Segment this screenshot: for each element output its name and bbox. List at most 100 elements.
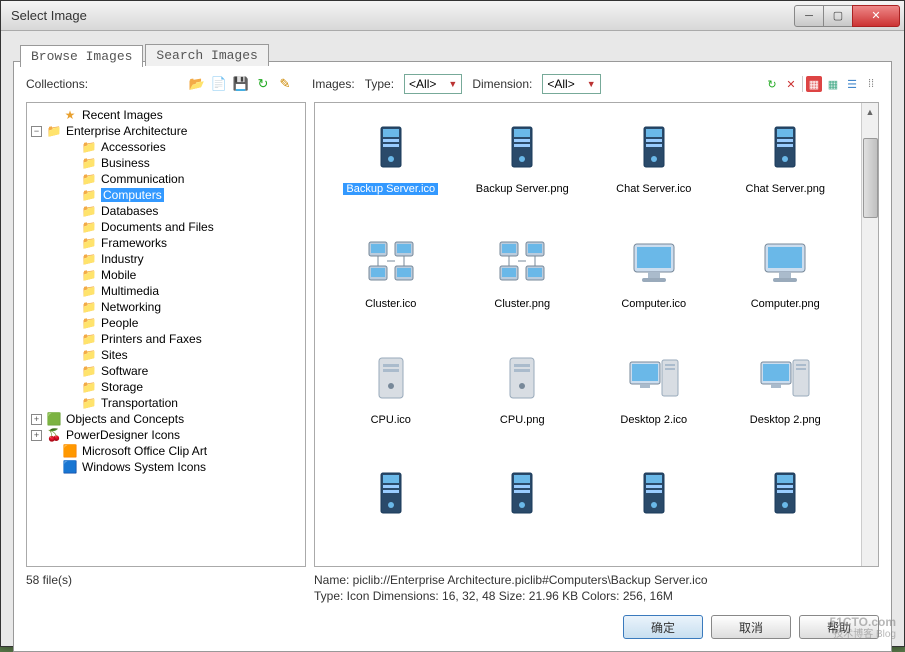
file-count: 58 file(s): [26, 573, 306, 605]
tree-item[interactable]: 🟦Windows System Icons: [29, 459, 303, 475]
tree-item[interactable]: +🍒PowerDesigner Icons: [29, 427, 303, 443]
tree-item[interactable]: 📁 Software: [29, 363, 303, 379]
image-item[interactable]: Backup Server.ico: [327, 115, 455, 220]
tree-item[interactable]: 📁Frameworks: [29, 235, 303, 251]
expand-icon[interactable]: +: [31, 414, 42, 425]
image-thumb: [622, 461, 686, 525]
image-item[interactable]: Cluster.ico: [327, 230, 455, 335]
delete-icon[interactable]: ✕: [783, 76, 799, 92]
view-medium-icon[interactable]: ▦: [825, 76, 841, 92]
refresh-icon[interactable]: ↻: [764, 76, 780, 92]
tree-label: PowerDesigner Icons: [66, 428, 180, 442]
new-collection-icon[interactable]: 📄: [210, 75, 228, 93]
chevron-down-icon: ▼: [448, 79, 457, 89]
ok-button[interactable]: 确定: [623, 615, 703, 639]
tree-item[interactable]: 📁Storage: [29, 379, 303, 395]
dimension-combo[interactable]: <All> ▼: [542, 74, 600, 94]
scrollbar[interactable]: ▲: [861, 103, 878, 566]
tree-item[interactable]: 📁People: [29, 315, 303, 331]
image-name: Backup Server.ico: [343, 183, 438, 195]
maximize-button[interactable]: ▢: [823, 5, 853, 27]
image-item[interactable]: CPU.ico: [327, 346, 455, 451]
folder-icon: 📁: [81, 140, 97, 154]
minimize-button[interactable]: ─: [794, 5, 824, 27]
image-item[interactable]: CPU.png: [459, 346, 587, 451]
help-button[interactable]: 帮助: [799, 615, 879, 639]
view-list-icon[interactable]: ☰: [844, 76, 860, 92]
tree-item[interactable]: 📁Accessories: [29, 139, 303, 155]
tree-item[interactable]: 📁Computers: [29, 187, 303, 203]
view-small-icon[interactable]: ⁞⁞: [863, 76, 879, 92]
image-name: CPU.png: [500, 414, 545, 426]
folder-icon: 📁: [81, 364, 97, 378]
tree-item[interactable]: 🟧Microsoft Office Clip Art: [29, 443, 303, 459]
tree-label: Recent Images: [82, 108, 163, 122]
tree-label: Communication: [101, 172, 184, 186]
selected-detail: Type: Icon Dimensions: 16, 32, 48 Size: …: [314, 589, 879, 603]
image-item[interactable]: Chat Server.ico: [590, 115, 718, 220]
image-item[interactable]: Cluster.png: [459, 230, 587, 335]
tree-item[interactable]: 📁Multimedia: [29, 283, 303, 299]
cancel-button[interactable]: 取消: [711, 615, 791, 639]
tree-item[interactable]: 📁Mobile: [29, 267, 303, 283]
tree-item[interactable]: 📁Business: [29, 155, 303, 171]
image-item[interactable]: [327, 461, 455, 554]
view-large-icon[interactable]: ▦: [806, 76, 822, 92]
image-item[interactable]: Computer.png: [722, 230, 850, 335]
image-item[interactable]: Backup Server.png: [459, 115, 587, 220]
tree-item[interactable]: 📁Printers and Faxes: [29, 331, 303, 347]
image-thumb: [359, 461, 423, 525]
folder-icon: 📁: [81, 332, 97, 346]
image-item[interactable]: [722, 461, 850, 554]
tree-item[interactable]: +🟩Objects and Concepts: [29, 411, 303, 427]
tree-label: Storage: [101, 380, 143, 394]
folder-icon: 📁: [81, 252, 97, 266]
image-item[interactable]: Computer.ico: [590, 230, 718, 335]
image-name: Computer.ico: [621, 298, 686, 310]
toolbar: Collections: 📂 📄 💾 ↻ ✎ Images: Type:: [26, 74, 879, 94]
folder-icon: 📁: [81, 220, 97, 234]
image-name: Cluster.png: [494, 298, 550, 310]
image-item[interactable]: Desktop 2.png: [722, 346, 850, 451]
collections-tree[interactable]: ★Recent Images−📁Enterprise Architecture📁…: [26, 102, 306, 567]
type-combo[interactable]: <All> ▼: [404, 74, 462, 94]
tree-item[interactable]: −📁Enterprise Architecture: [29, 123, 303, 139]
collapse-icon[interactable]: −: [31, 126, 42, 137]
save-icon[interactable]: 💾: [232, 75, 250, 93]
tree-item[interactable]: 📁Databases: [29, 203, 303, 219]
image-item[interactable]: [459, 461, 587, 554]
tree-label: Frameworks: [101, 236, 167, 250]
tab-browse[interactable]: Browse Images: [20, 45, 143, 67]
tree-item[interactable]: 📁Sites: [29, 347, 303, 363]
image-item[interactable]: [590, 461, 718, 554]
titlebar[interactable]: Select Image ─ ▢ ✕: [1, 1, 904, 31]
tree-label: Computers: [101, 188, 164, 202]
tree-item[interactable]: 📁Documents and Files: [29, 219, 303, 235]
image-name: Cluster.ico: [365, 298, 416, 310]
tree-item[interactable]: 📁Transportation: [29, 395, 303, 411]
chevron-down-icon: ▼: [587, 79, 596, 89]
tree-label: Software: [101, 364, 148, 378]
refresh-collections-icon[interactable]: ↻: [254, 75, 272, 93]
close-button[interactable]: ✕: [852, 5, 900, 27]
image-item[interactable]: Chat Server.png: [722, 115, 850, 220]
tree-label: Objects and Concepts: [66, 412, 184, 426]
tree-item[interactable]: ★Recent Images: [29, 107, 303, 123]
image-thumb: [622, 346, 686, 410]
image-item[interactable]: Desktop 2.ico: [590, 346, 718, 451]
tab-search[interactable]: Search Images: [145, 44, 268, 66]
folder-icon: 📁: [81, 204, 97, 218]
tree-item[interactable]: 📁Industry: [29, 251, 303, 267]
folder-icon: 📁: [81, 396, 97, 410]
collection-icon: 🟧: [62, 444, 78, 458]
expand-icon[interactable]: +: [31, 430, 42, 441]
select-image-window: Select Image ─ ▢ ✕ Browse Images Search …: [0, 0, 905, 647]
scroll-up-icon[interactable]: ▲: [862, 103, 878, 120]
open-folder-icon[interactable]: 📂: [188, 75, 206, 93]
tree-item[interactable]: 📁Networking: [29, 299, 303, 315]
scroll-thumb[interactable]: [863, 138, 878, 218]
image-name: Backup Server.png: [476, 183, 569, 195]
tree-item[interactable]: 📁Communication: [29, 171, 303, 187]
delete-collection-icon[interactable]: ✎: [276, 75, 294, 93]
images-grid[interactable]: Backup Server.ico Backup Server.png Chat S…: [315, 103, 861, 566]
